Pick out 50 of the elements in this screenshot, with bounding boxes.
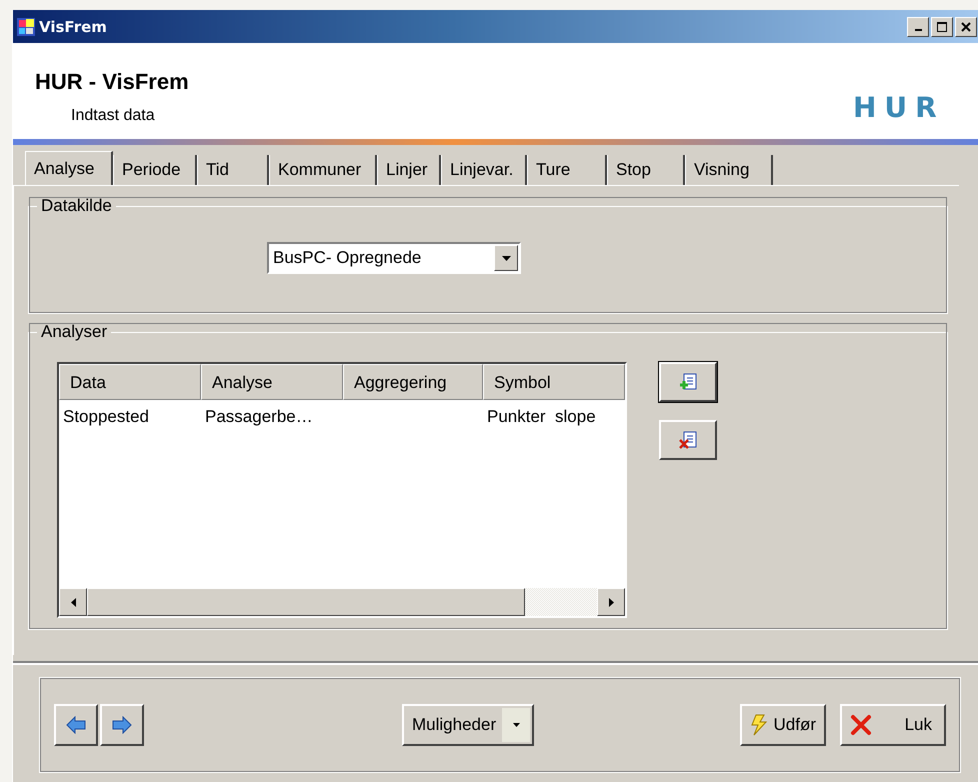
column-header[interactable]: Analyse <box>201 364 343 400</box>
app-subtitle: Indtast data <box>71 107 156 125</box>
maximize-button[interactable] <box>931 16 953 36</box>
group-label: Datakilde <box>40 196 113 216</box>
tab[interactable]: Stop <box>607 155 685 185</box>
close-window-button[interactable]: Luk <box>840 704 946 746</box>
caret-icon <box>502 256 510 260</box>
close-icon <box>961 22 971 32</box>
tab[interactable]: Analyse <box>25 151 113 185</box>
tab[interactable]: Tid <box>197 155 269 185</box>
tab[interactable]: Linjer <box>377 155 441 185</box>
tab[interactable]: Periode <box>113 155 197 185</box>
options-button[interactable]: Muligheder <box>402 704 534 746</box>
list-row[interactable]: Stoppested Passagerbe… Punkter slope <box>59 400 625 434</box>
table-cell: Punkter slope <box>487 407 596 426</box>
minimize-button[interactable] <box>907 16 929 36</box>
run-button[interactable]: Udfør <box>740 704 826 746</box>
right-arrow-icon <box>608 598 614 606</box>
tab[interactable]: Visning <box>685 155 773 185</box>
window-title: VisFrem <box>39 18 107 36</box>
delete-document-icon <box>678 430 698 450</box>
delete-button[interactable] <box>659 420 717 460</box>
table-cell: Passagerbe… <box>205 407 313 426</box>
minimize-icon <box>914 28 922 30</box>
right-arrow-icon <box>112 716 132 734</box>
data-source-dropdown[interactable]: BusPC- Opregnede <box>267 242 521 274</box>
scroll-thumb[interactable] <box>87 588 525 616</box>
horizontal-scrollbar[interactable] <box>59 588 625 616</box>
column-header[interactable]: Aggregering <box>343 364 483 400</box>
app-heading: HUR - VisFrem <box>35 69 190 95</box>
lightning-icon <box>750 714 768 736</box>
maximize-icon <box>937 22 947 32</box>
add-button[interactable] <box>659 362 717 402</box>
column-header[interactable]: Data <box>59 364 201 400</box>
left-arrow-icon <box>70 598 76 606</box>
add-document-icon <box>678 372 698 392</box>
left-arrow-icon <box>66 716 86 734</box>
tab[interactable]: Kommuner <box>269 155 377 185</box>
logo: HUR <box>853 91 946 124</box>
back-button[interactable] <box>54 704 98 746</box>
tab[interactable]: Ture <box>527 155 607 185</box>
table-cell: Stoppested <box>63 407 150 426</box>
forward-button[interactable] <box>100 704 144 746</box>
caret-icon <box>512 723 520 727</box>
x-icon <box>850 714 872 736</box>
close-button[interactable] <box>955 16 977 36</box>
app-icon <box>17 18 35 36</box>
column-header[interactable]: Symbol <box>483 364 625 400</box>
group-label: Analyser <box>40 322 108 342</box>
tab[interactable]: Linjevar. <box>441 155 527 185</box>
